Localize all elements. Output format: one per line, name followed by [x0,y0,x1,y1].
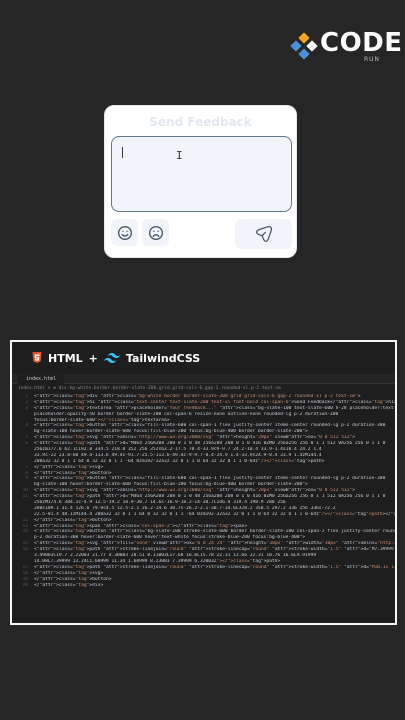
html5-icon [32,352,42,363]
text-caret [122,147,123,158]
send-icon [255,225,272,243]
logo-diamond-icon [290,32,318,60]
feedback-card: Send Feedback I [104,105,297,258]
brand-logo: CODE RUN [288,28,402,66]
tech-plus: + [88,351,98,365]
tech-bar: HTML + TailwindCSS [12,342,395,374]
tech-html-label: HTML [48,351,83,365]
tailwind-icon [103,353,120,363]
tech-tailwind-label: TailwindCSS [125,351,201,365]
send-button[interactable] [235,219,292,249]
sad-button[interactable] [142,219,169,246]
brand-sub: RUN [364,56,381,63]
happy-button[interactable] [111,219,138,246]
editor-tab-bar: index.html [12,374,395,384]
ibeam-cursor-icon: I [176,149,183,162]
card-title: Send Feedback [149,115,252,129]
frown-icon [148,225,163,240]
code-line: 20 </"attr">class="tag">div> [12,583,395,589]
brand-name: CODE [320,28,403,58]
breadcrumb: index.html > ❖ div.bg-white.border.borde… [18,386,281,391]
feedback-textarea[interactable]: I [111,136,292,212]
line-text: </"attr">class="tag">div> [34,582,104,588]
smile-icon [117,225,132,240]
line-number: 20 [22,582,28,588]
tab-index-html[interactable]: index.html [18,375,65,384]
code-editor-window: HTML + TailwindCSS index.html index.html… [10,340,397,625]
code-body: 1 <"attr">class="tag">div "attr">class="b… [12,394,395,622]
